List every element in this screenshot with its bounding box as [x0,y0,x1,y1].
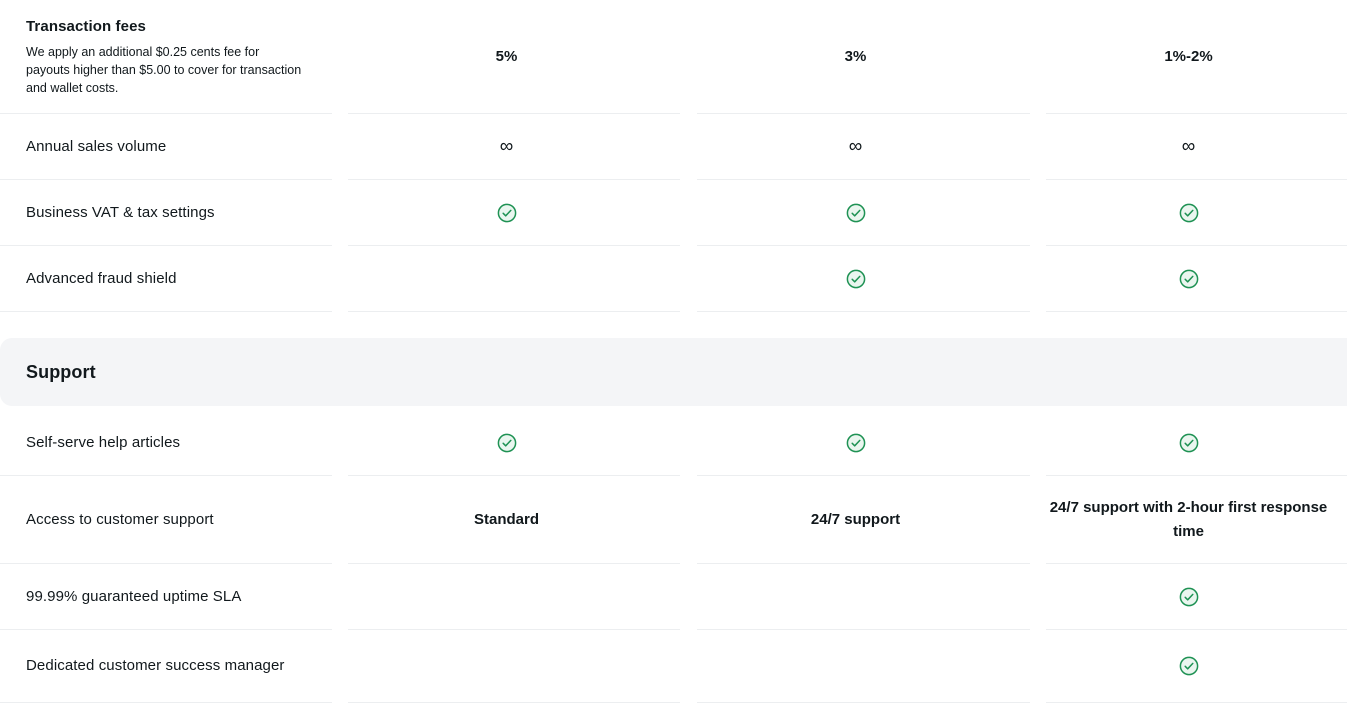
feature-title: Transaction fees [26,18,146,35]
feature-title: Annual sales volume [26,137,167,155]
check-circle-icon [1179,203,1198,222]
value-cell: 1%-2% [1030,0,1347,113]
value-cell [1030,180,1347,245]
value-cell: ∞ [681,114,1030,179]
table-row: Business VAT & tax settings [0,180,1347,245]
feature-cell: Access to customer support [0,476,332,563]
check-circle-icon [1179,269,1198,288]
value-cell [681,180,1030,245]
check-circle-icon [846,269,865,288]
value-cell [1030,630,1347,702]
value-text: 24/7 support with 2-hour first response … [1049,498,1328,540]
feature-title: Business VAT & tax settings [26,203,215,221]
value-cell [681,246,1030,311]
section-title: Support [26,361,96,382]
value-text: 3% [844,47,867,65]
check-circle-icon [497,433,516,452]
check-circle-icon [1179,587,1198,606]
value-text: 5% [495,47,518,65]
table-row: Dedicated customer success manager [0,630,1347,702]
feature-cell: Advanced fraud shield [0,246,332,311]
feature-title: Advanced fraud shield [26,269,177,287]
value-cell: ∞ [1030,114,1347,179]
infinity-symbol: ∞ [848,135,863,157]
feature-title: Dedicated customer success manager [26,657,285,674]
feature-title: 99.99% guaranteed uptime SLA [26,587,242,605]
section-header-support: Support [0,338,1347,406]
feature-cell: Dedicated customer success manager [0,630,332,702]
feature-cell: Transaction fees We apply an additional $… [0,0,332,113]
table-row: Annual sales volume ∞ ∞ ∞ [0,114,1347,179]
table-row: Transaction fees We apply an additional $… [0,0,1347,113]
value-cell [332,410,681,475]
table-row: Self-serve help articles [0,410,1347,475]
check-circle-icon [846,433,865,452]
value-cell: 3% [681,0,1030,113]
value-cell: 24/7 support [681,476,1030,563]
feature-cell: Self-serve help articles [0,410,332,475]
check-circle-icon [846,203,865,222]
check-circle-icon [1179,433,1198,452]
check-circle-icon [1179,656,1198,676]
infinity-symbol: ∞ [1181,135,1196,157]
feature-title: Access to customer support [26,510,214,528]
value-cell [681,630,1030,702]
value-cell [332,180,681,245]
value-cell [332,630,681,702]
value-cell: 5% [332,0,681,113]
value-text: Standard [473,510,539,528]
feature-description: We apply an additional $0.25 cents fee f… [26,45,302,95]
infinity-symbol: ∞ [499,135,514,157]
table-row: Access to customer support Standard 24/7 s… [0,476,1347,563]
value-cell [681,564,1030,629]
value-cell [681,410,1030,475]
feature-cell: Business VAT & tax settings [0,180,332,245]
table-row: 99.99% guaranteed uptime SLA [0,564,1347,629]
row-divider [0,702,1347,703]
table-row: Advanced fraud shield [0,246,1347,311]
row-divider [0,311,1347,312]
value-cell: Standard [332,476,681,563]
value-cell [1030,410,1347,475]
value-cell: 24/7 support with 2-hour first response … [1030,476,1347,563]
feature-cell: 99.99% guaranteed uptime SLA [0,564,332,629]
value-text: 24/7 support [810,510,901,528]
value-cell [332,246,681,311]
value-cell [1030,246,1347,311]
value-text: 1%-2% [1164,47,1213,65]
check-circle-icon [497,203,516,222]
feature-cell: Annual sales volume [0,114,332,179]
plan-comparison-table: Transaction fees We apply an additional $… [0,0,1347,703]
feature-title: Self-serve help articles [26,433,181,451]
value-cell [332,564,681,629]
value-cell: ∞ [332,114,681,179]
value-cell [1030,564,1347,629]
